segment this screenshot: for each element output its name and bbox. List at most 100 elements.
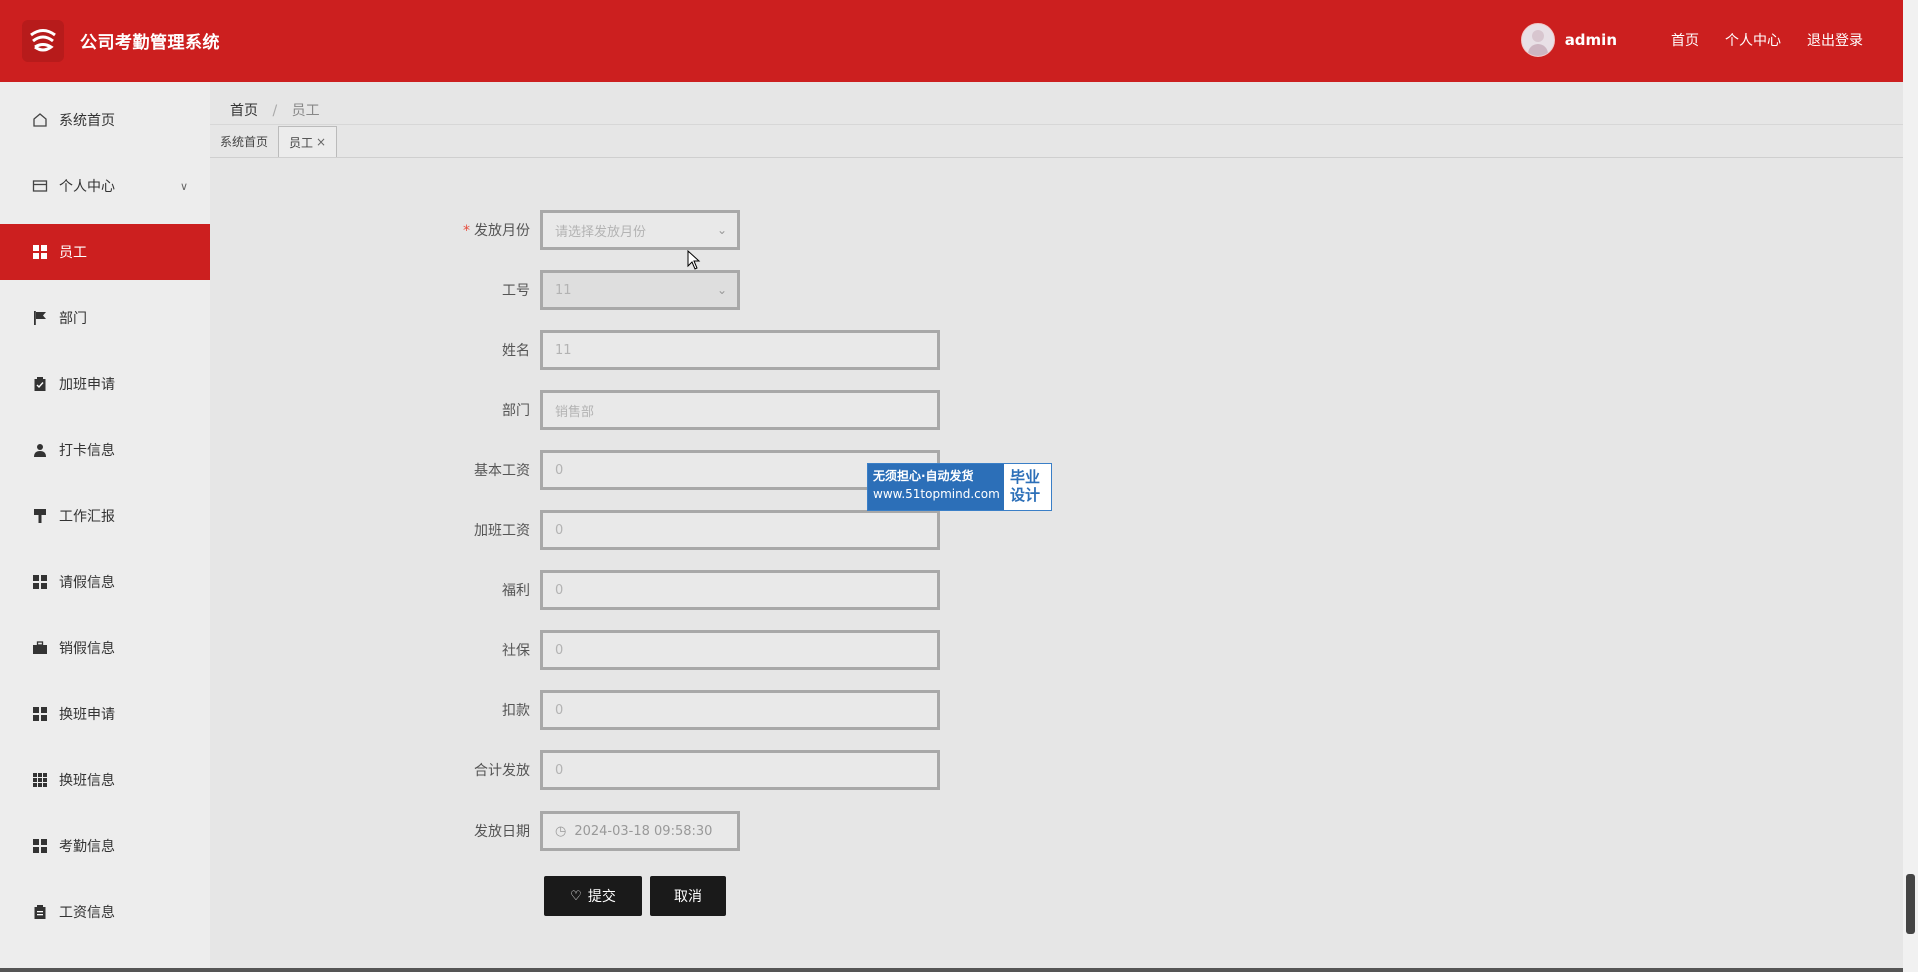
sidebar-item-employee[interactable]: 员工 — [0, 224, 210, 280]
sidebar-item-label: 工资信息 — [59, 905, 115, 921]
required-mark: * — [463, 223, 470, 239]
select-value: 11 — [555, 282, 572, 298]
sidebar-item-label: 加班申请 — [59, 377, 115, 393]
grid9-icon — [32, 772, 48, 788]
sidebar-item-shift-info[interactable]: 换班信息 — [0, 752, 210, 808]
sidebar-item-label: 换班申请 — [59, 707, 115, 723]
home-icon — [32, 112, 48, 128]
logo-icon — [22, 20, 64, 62]
flag-icon — [32, 310, 48, 326]
deduction-input[interactable]: 0 — [540, 690, 940, 730]
top-header: 公司考勤管理系统 admin 首页 个人中心 退出登录 — [0, 0, 1903, 82]
employee-no-select[interactable]: 11 ⌄ — [540, 270, 740, 310]
chevron-down-icon: ⌄ — [716, 223, 727, 237]
sidebar-item-clockin[interactable]: 打卡信息 — [0, 422, 210, 478]
field-label: 工号 — [502, 283, 530, 299]
breadcrumb-current: 员工 — [291, 103, 320, 119]
sidebar-item-attendance[interactable]: 考勤信息 — [0, 818, 210, 874]
social-security-input[interactable]: 0 — [540, 630, 940, 670]
field-label: 基本工资 — [474, 463, 530, 479]
tab-employee[interactable]: 员工 × — [278, 126, 338, 157]
sidebar-item-label: 部门 — [59, 311, 87, 327]
avatar[interactable] — [1520, 23, 1555, 57]
department-input[interactable]: 销售部 — [540, 390, 940, 430]
field-label: 福利 — [502, 583, 530, 599]
chevron-down-icon: ⌄ — [716, 283, 727, 297]
submit-button[interactable]: ♡ 提交 — [544, 876, 642, 916]
field-label: 扣款 — [502, 703, 530, 719]
user-icon — [32, 442, 48, 458]
clipboard-check-icon — [32, 376, 48, 392]
grid-icon — [32, 244, 48, 260]
input-value: 0 — [555, 642, 564, 658]
form-row-department: 部门 销售部 — [440, 390, 940, 430]
username: admin — [1564, 31, 1617, 49]
input-value: 2024-03-18 09:58:30 — [574, 823, 713, 839]
header-link-home[interactable]: 首页 — [1671, 30, 1699, 50]
field-label: 发放日期 — [474, 824, 530, 840]
breadcrumb-separator: / — [272, 103, 278, 119]
tabs-bottom-border — [210, 157, 1903, 158]
sidebar-item-home[interactable]: 系统首页 — [0, 92, 210, 148]
sidebar-item-work-report[interactable]: 工作汇报 — [0, 488, 210, 544]
sidebar-item-profile[interactable]: 个人中心 ∨ — [0, 158, 210, 214]
field-label: 部门 — [502, 403, 530, 419]
watermark-line2: www.51topmind.com — [873, 487, 1000, 501]
close-icon[interactable]: × — [316, 135, 326, 149]
month-select[interactable]: 请选择发放月份 ⌄ — [540, 210, 740, 250]
sidebar-item-label: 销假信息 — [59, 641, 115, 657]
watermark-left: 无须担心·自动发货 www.51topmind.com — [868, 464, 1004, 510]
input-value: 0 — [555, 522, 564, 538]
cancel-button[interactable]: 取消 — [650, 876, 726, 916]
breadcrumb-home[interactable]: 首页 — [230, 103, 258, 119]
sidebar-item-label: 个人中心 — [59, 179, 115, 195]
sidebar-item-leave-info[interactable]: 请假信息 — [0, 554, 210, 610]
total-input[interactable]: 0 — [540, 750, 940, 790]
card-icon — [32, 178, 48, 194]
app-title: 公司考勤管理系统 — [80, 33, 220, 53]
brush-icon — [32, 508, 48, 524]
input-value: 0 — [555, 582, 564, 598]
breadcrumb: 首页 / 员工 — [230, 100, 320, 120]
tab-label: 员工 — [289, 135, 314, 150]
overtime-pay-input[interactable]: 0 — [540, 510, 940, 550]
scrollbar-thumb[interactable] — [1906, 874, 1915, 934]
name-input[interactable]: 11 — [540, 330, 940, 370]
sidebar-item-label: 换班信息 — [59, 773, 115, 789]
sidebar-item-overtime-apply[interactable]: 加班申请 — [0, 356, 210, 412]
grid-icon — [32, 574, 48, 590]
field-label: * 发放月份 — [440, 220, 530, 240]
heart-icon: ♡ — [570, 888, 582, 904]
grid-icon — [32, 838, 48, 854]
bottom-edge — [0, 968, 1903, 972]
sidebar-item-label: 打卡信息 — [59, 443, 115, 459]
sidebar-item-shift-apply[interactable]: 换班申请 — [0, 686, 210, 742]
vertical-scrollbar[interactable] — [1903, 0, 1918, 972]
form-row-welfare: 福利 0 — [440, 570, 940, 610]
input-value: 0 — [555, 762, 564, 778]
pay-date-picker[interactable]: ◷ 2024-03-18 09:58:30 — [540, 811, 740, 851]
watermark-right: 毕业 设计 — [1004, 464, 1051, 510]
sidebar-item-label: 请假信息 — [59, 575, 115, 591]
form-row-deduction: 扣款 0 — [440, 690, 940, 730]
form-row-employee-no: 工号 11 ⌄ — [440, 270, 740, 310]
field-label: 加班工资 — [474, 523, 530, 539]
clock-icon: ◷ — [555, 823, 567, 839]
watermark-right1: 毕业 — [1010, 468, 1041, 486]
input-value: 0 — [555, 702, 564, 718]
form-row-total: 合计发放 0 — [440, 750, 940, 790]
header-link-logout[interactable]: 退出登录 — [1807, 30, 1863, 50]
field-label: 合计发放 — [474, 763, 530, 779]
welfare-input[interactable]: 0 — [540, 570, 940, 610]
sidebar-item-salary[interactable]: 工资信息 — [0, 884, 210, 940]
tab-home[interactable]: 系统首页 — [210, 126, 278, 156]
sidebar-item-label: 工作汇报 — [59, 509, 115, 525]
sidebar-item-leave-cancel[interactable]: 销假信息 — [0, 620, 210, 676]
clipboard-icon — [32, 904, 48, 920]
select-placeholder: 请选择发放月份 — [555, 224, 647, 240]
sidebar-item-label: 考勤信息 — [59, 839, 115, 855]
header-link-profile[interactable]: 个人中心 — [1725, 30, 1781, 50]
button-label: 取消 — [674, 889, 702, 905]
sidebar-item-department[interactable]: 部门 — [0, 290, 210, 346]
grid-icon — [32, 706, 48, 722]
